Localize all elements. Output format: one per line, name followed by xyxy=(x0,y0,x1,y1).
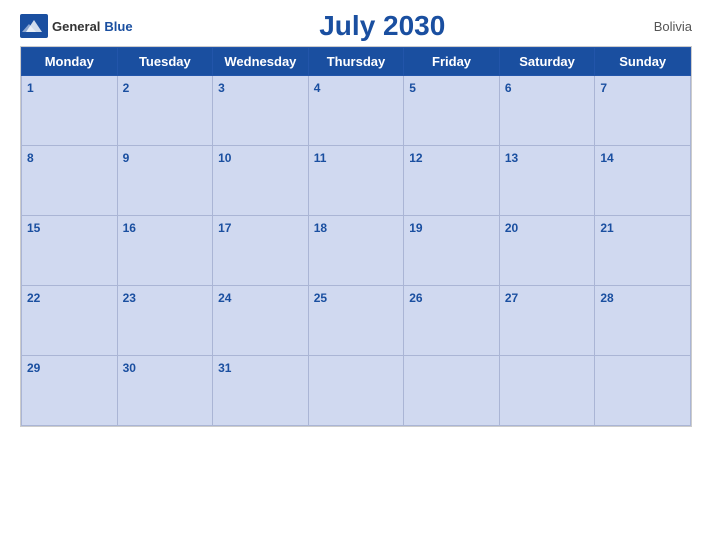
day-cell: 21 xyxy=(595,216,691,286)
day-number: 23 xyxy=(123,291,136,305)
week-row-1: 1 2 3 4 5 6 7 xyxy=(22,76,691,146)
day-cell: 13 xyxy=(499,146,595,216)
logo: General Blue xyxy=(20,14,133,38)
logo-general-text: General xyxy=(52,19,100,34)
day-cell: 2 xyxy=(117,76,213,146)
day-cell xyxy=(595,356,691,426)
top-bar: General Blue July 2030 Bolivia xyxy=(20,10,692,42)
day-number: 30 xyxy=(123,361,136,375)
day-cell: 19 xyxy=(404,216,500,286)
logo-icon xyxy=(20,14,48,38)
day-number: 9 xyxy=(123,151,130,165)
day-cell xyxy=(404,356,500,426)
col-wednesday: Wednesday xyxy=(213,48,309,76)
day-cell xyxy=(499,356,595,426)
col-monday: Monday xyxy=(22,48,118,76)
day-number: 27 xyxy=(505,291,518,305)
day-cell: 22 xyxy=(22,286,118,356)
col-thursday: Thursday xyxy=(308,48,404,76)
header-row: Monday Tuesday Wednesday Thursday Friday… xyxy=(22,48,691,76)
day-number: 16 xyxy=(123,221,136,235)
day-number: 22 xyxy=(27,291,40,305)
day-number: 21 xyxy=(600,221,613,235)
day-cell: 15 xyxy=(22,216,118,286)
day-number: 25 xyxy=(314,291,327,305)
day-cell: 7 xyxy=(595,76,691,146)
week-row-3: 15 16 17 18 19 20 21 xyxy=(22,216,691,286)
day-number: 8 xyxy=(27,151,34,165)
day-cell: 17 xyxy=(213,216,309,286)
col-tuesday: Tuesday xyxy=(117,48,213,76)
day-cell: 5 xyxy=(404,76,500,146)
day-cell: 28 xyxy=(595,286,691,356)
day-number: 28 xyxy=(600,291,613,305)
day-number: 3 xyxy=(218,81,225,95)
day-cell: 25 xyxy=(308,286,404,356)
day-number: 5 xyxy=(409,81,416,95)
day-cell: 6 xyxy=(499,76,595,146)
day-number: 10 xyxy=(218,151,231,165)
day-number: 12 xyxy=(409,151,422,165)
day-cell: 29 xyxy=(22,356,118,426)
day-number: 7 xyxy=(600,81,607,95)
day-cell: 14 xyxy=(595,146,691,216)
day-cell: 20 xyxy=(499,216,595,286)
day-cell: 16 xyxy=(117,216,213,286)
day-number: 6 xyxy=(505,81,512,95)
col-sunday: Sunday xyxy=(595,48,691,76)
week-row-4: 22 23 24 25 26 27 28 xyxy=(22,286,691,356)
day-number: 17 xyxy=(218,221,231,235)
day-cell: 3 xyxy=(213,76,309,146)
day-cell: 4 xyxy=(308,76,404,146)
day-cell: 27 xyxy=(499,286,595,356)
day-cell xyxy=(308,356,404,426)
day-number: 15 xyxy=(27,221,40,235)
logo-blue-text: Blue xyxy=(104,19,132,34)
day-cell: 8 xyxy=(22,146,118,216)
day-number: 24 xyxy=(218,291,231,305)
day-number: 20 xyxy=(505,221,518,235)
col-friday: Friday xyxy=(404,48,500,76)
day-number: 2 xyxy=(123,81,130,95)
week-row-5: 29 30 31 xyxy=(22,356,691,426)
country-label: Bolivia xyxy=(632,19,692,34)
day-cell: 11 xyxy=(308,146,404,216)
day-number: 4 xyxy=(314,81,321,95)
col-saturday: Saturday xyxy=(499,48,595,76)
week-row-2: 8 9 10 11 12 13 14 xyxy=(22,146,691,216)
day-number: 13 xyxy=(505,151,518,165)
day-number: 29 xyxy=(27,361,40,375)
day-number: 11 xyxy=(314,151,327,165)
day-cell: 24 xyxy=(213,286,309,356)
day-cell: 9 xyxy=(117,146,213,216)
calendar-container: Monday Tuesday Wednesday Thursday Friday… xyxy=(20,46,692,427)
day-cell: 10 xyxy=(213,146,309,216)
day-number: 1 xyxy=(27,81,34,95)
calendar-title: July 2030 xyxy=(133,10,632,42)
calendar-table: Monday Tuesday Wednesday Thursday Friday… xyxy=(21,47,691,426)
day-number: 31 xyxy=(218,361,231,375)
day-cell: 18 xyxy=(308,216,404,286)
day-number: 14 xyxy=(600,151,613,165)
day-cell: 23 xyxy=(117,286,213,356)
day-number: 18 xyxy=(314,221,327,235)
day-cell: 1 xyxy=(22,76,118,146)
day-number: 19 xyxy=(409,221,422,235)
day-number: 26 xyxy=(409,291,422,305)
calendar-body: 1234567891011121314151617181920212223242… xyxy=(22,76,691,426)
day-cell: 30 xyxy=(117,356,213,426)
day-cell: 12 xyxy=(404,146,500,216)
day-cell: 31 xyxy=(213,356,309,426)
day-cell: 26 xyxy=(404,286,500,356)
